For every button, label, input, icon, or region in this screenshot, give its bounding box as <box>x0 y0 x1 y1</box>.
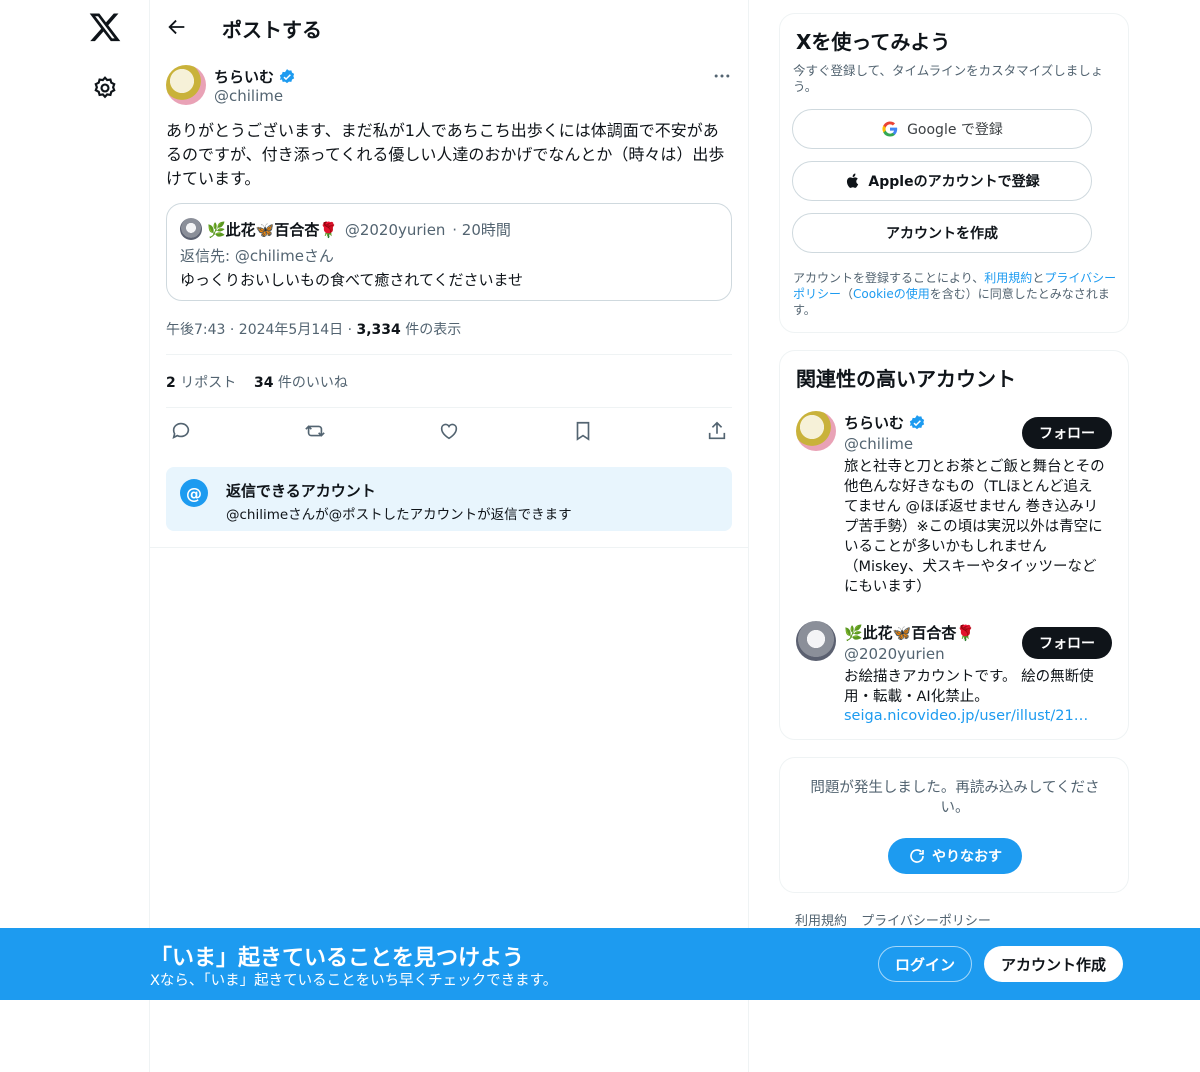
post-timestamp[interactable]: 午後7:43 · 2024年5月14日 · <box>166 322 357 338</box>
reply-icon[interactable] <box>170 420 192 442</box>
repost-icon[interactable] <box>304 420 326 442</box>
author-name: ちらいむ <box>214 68 275 86</box>
likes-stat[interactable]: 34 件のいいね <box>254 372 348 392</box>
related-title: 関連性の高いアカウント <box>796 367 1016 391</box>
refresh-icon <box>908 847 926 865</box>
related-account-bio: お絵描きアカウントです。 絵の無断使用・転載・AI化禁止。 <box>844 669 1094 705</box>
google-signup-button[interactable]: Google で登録 <box>792 109 1092 149</box>
post-text: ありがとうございます、まだ私が1人であちこち出歩くには体調面で不安があるのですが… <box>166 121 725 188</box>
gear-icon[interactable] <box>92 75 118 101</box>
signup-subtitle: 今すぐ登録して、タイムラインをカスタマイズしましょう。 <box>793 63 1104 94</box>
views-label: 件の表示 <box>400 322 462 338</box>
reposts-stat[interactable]: 2 リポスト <box>166 372 236 392</box>
verified-badge-icon <box>278 68 296 86</box>
quote-text: ゆっくりおいしいもの食べて癒されてくださいませ <box>180 271 524 289</box>
x-logo-icon[interactable] <box>88 10 122 44</box>
terms-text: （ <box>841 287 854 301</box>
footer-links: 利用規約 プライバシーポリシー <box>795 910 991 929</box>
related-account-name-row[interactable]: ちらいむ <box>844 412 926 433</box>
verified-badge-icon <box>908 414 926 432</box>
google-icon <box>881 120 899 138</box>
quoted-post[interactable]: 🌿此花🦋百合杏🌹 @2020yurien · 20時間 返信先: @chilim… <box>166 203 732 301</box>
divider <box>166 354 732 355</box>
author-name-row[interactable]: ちらいむ <box>214 66 296 87</box>
related-account-name[interactable]: 🌿此花🦋百合杏🌹 <box>844 622 975 643</box>
related-account-handle: @2020yurien <box>844 645 945 663</box>
retry-button[interactable]: やりなおす <box>888 838 1022 874</box>
follow-button[interactable]: フォロー <box>1022 627 1112 659</box>
back-arrow-icon[interactable] <box>166 16 188 38</box>
google-signup-label: Google で登録 <box>907 122 1003 138</box>
views-count: 3,334 <box>356 322 401 338</box>
footer-link-privacy[interactable]: プライバシーポリシー <box>861 914 991 929</box>
avatar[interactable] <box>796 621 836 661</box>
terms-text: アカウントを登録することにより、 <box>793 271 985 285</box>
more-options-icon[interactable] <box>712 66 732 86</box>
banner-subtitle: Xなら、「いま」起きていることをいち早くチェックできます。 <box>150 973 558 989</box>
at-sign-icon: @ <box>180 479 208 507</box>
quote-avatar <box>180 218 202 240</box>
bottom-signup-banner: 「いま」起きていることを見つけよう Xなら、「いま」起きていることをいち早くチェ… <box>0 928 1200 1000</box>
related-account-name: ちらいむ <box>844 414 905 432</box>
retry-label: やりなおす <box>932 849 1002 865</box>
signup-title: Xを使ってみよう <box>796 30 951 54</box>
create-account-label: アカウントを作成 <box>886 226 998 242</box>
reply-notice-text: @chilimeさんが@ポストしたアカウントが返信できます <box>226 507 572 523</box>
signup-terms: アカウントを登録することにより、利用規約とプライバシーポリシー（Cookieの使… <box>793 270 1119 318</box>
apple-signup-button[interactable]: Appleのアカウントで登録 <box>792 161 1092 201</box>
terms-text: と <box>1032 271 1045 285</box>
follow-button[interactable]: フォロー <box>1022 417 1112 449</box>
divider <box>150 547 749 548</box>
like-heart-icon[interactable] <box>438 420 460 442</box>
quote-reply-to: 返信先: @chilimeさん <box>180 247 334 265</box>
cookie-link[interactable]: Cookieの使用 <box>853 287 930 301</box>
page-title: ポストする <box>222 18 322 42</box>
main-column: ポストする ちらいむ @chilime ありがとうございます、まだ私が1人であち… <box>150 0 749 1072</box>
login-button[interactable]: ログイン <box>878 946 972 982</box>
share-icon[interactable] <box>706 420 728 442</box>
signup-button[interactable]: アカウント作成 <box>984 946 1123 982</box>
related-accounts-card: 関連性の高いアカウント ちらいむ @chilime フォロー 旅と社寺と刀とお茶… <box>779 350 1129 740</box>
reply-notice-title: 返信できるアカウント <box>226 482 376 500</box>
likes-label: 件のいいね <box>273 375 348 391</box>
avatar[interactable] <box>166 65 206 105</box>
reposts-label: リポスト <box>175 375 237 391</box>
create-account-button[interactable]: アカウントを作成 <box>792 213 1092 253</box>
reply-restriction-notice: @ 返信できるアカウント @chilimeさんが@ポストしたアカウントが返信でき… <box>166 467 732 531</box>
apple-icon <box>844 172 862 190</box>
footer-link-terms[interactable]: 利用規約 <box>795 914 847 929</box>
quote-author-name: 🌿此花🦋百合杏🌹 <box>207 221 339 239</box>
avatar[interactable] <box>796 411 836 451</box>
quote-time: · 20時間 <box>452 221 511 239</box>
bookmark-icon[interactable] <box>572 420 594 442</box>
divider <box>166 407 732 408</box>
signup-card: Xを使ってみよう 今すぐ登録して、タイムラインをカスタマイズしましょう。 Goo… <box>779 13 1129 333</box>
author-handle[interactable]: @chilime <box>214 87 283 105</box>
banner-title: 「いま」起きていることを見つけよう <box>150 946 525 971</box>
related-account-handle: @chilime <box>844 435 914 453</box>
error-card: 問題が発生しました。再読み込みしてください。 やりなおす <box>779 757 1129 893</box>
likes-count: 34 <box>254 375 274 391</box>
left-nav <box>0 0 150 1072</box>
related-account-bio: 旅と社寺と刀とお茶とご飯と舞台とその他色んな好きなもの（TLほとんど追えてません… <box>844 459 1105 595</box>
quote-author-handle: @2020yurien <box>344 221 446 239</box>
related-account-link[interactable]: seiga.nicovideo.jp/user/illust/21… <box>844 708 1106 724</box>
terms-link[interactable]: 利用規約 <box>984 271 1032 285</box>
error-message: 問題が発生しました。再読み込みしてください。 <box>810 780 1100 816</box>
reposts-count: 2 <box>166 375 176 391</box>
apple-signup-label: Appleのアカウントで登録 <box>868 174 1040 190</box>
post-meta: 午後7:43 · 2024年5月14日 · 3,334 件の表示 <box>166 319 461 339</box>
